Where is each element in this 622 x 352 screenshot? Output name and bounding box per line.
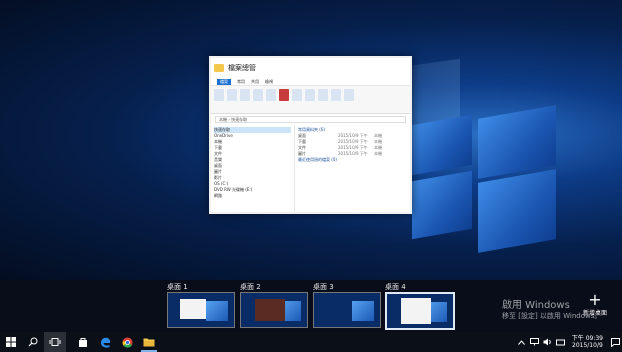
taskbar: 下午 09:39 2015/10/9 <box>0 332 622 352</box>
folder-icon <box>214 64 224 72</box>
input-method-button[interactable] <box>554 332 567 352</box>
open-icon <box>331 89 341 101</box>
desktop-label: 桌面 4 <box>385 283 406 291</box>
desktop-label: 桌面 2 <box>240 283 261 291</box>
store-button[interactable] <box>72 332 94 352</box>
store-bag-icon <box>79 338 87 347</box>
desktop-thumbnail[interactable] <box>385 292 455 330</box>
folder-icon <box>143 338 155 347</box>
file-list: 常用資料夾 (6) 桌面 2015/10/9 下午 本機 下載 2015/10/… <box>295 125 410 211</box>
new-desktop-label: 新增桌面 <box>582 310 607 317</box>
chrome-button[interactable] <box>116 332 138 352</box>
network-button[interactable] <box>528 332 541 352</box>
task-view-button[interactable] <box>44 332 66 352</box>
clock-time: 下午 09:39 <box>571 335 603 342</box>
desktop-label: 桌面 3 <box>313 283 334 291</box>
chevron-up-icon <box>517 339 525 345</box>
action-center-button[interactable] <box>608 332 622 352</box>
desktop-thumbnail[interactable] <box>240 292 308 328</box>
tab-home: 常用 <box>237 78 245 84</box>
group-header: 最近使用過的檔案 (0) <box>298 157 337 162</box>
desktop-label: 桌面 1 <box>167 283 188 291</box>
tab-view: 檢視 <box>265 78 273 84</box>
plus-icon: + <box>588 290 602 309</box>
desktop-1[interactable]: 桌面 1 <box>167 283 235 328</box>
copy-to-icon <box>266 89 276 101</box>
ribbon-tabs: 檔案 常用 共用 檢視 <box>211 78 410 86</box>
rename-icon <box>292 89 302 101</box>
navigation-pane: 快速存取 OneDrive 本機 下載 文件 音樂 桌面 圖片 影片 OS (C… <box>211 125 295 211</box>
notification-icon <box>610 337 620 347</box>
properties-icon <box>318 89 328 101</box>
desktop-thumbnail[interactable] <box>313 292 381 328</box>
volume-button[interactable] <box>541 332 554 352</box>
file-explorer-window-preview[interactable]: 檔案總管 檔案 常用 共用 檢視 本機 › 快速存取 快速存取 OneDrive… <box>209 56 412 214</box>
desktop-2[interactable]: 桌面 2 <box>240 283 308 328</box>
speaker-icon <box>543 338 551 346</box>
edge-icon <box>100 337 110 348</box>
network-icon <box>529 338 539 346</box>
new-desktop-button[interactable]: + 新增桌面 <box>578 290 612 318</box>
nav-item: 網路 <box>214 193 222 198</box>
copy-icon <box>227 89 237 101</box>
window-titlebar: 檔案總管 <box>211 58 410 78</box>
system-tray: 下午 09:39 2015/10/9 <box>515 332 622 352</box>
window-title: 檔案總管 <box>228 64 256 72</box>
search-button[interactable] <box>22 332 44 352</box>
paste-icon <box>240 89 250 101</box>
desktop-3[interactable]: 桌面 3 <box>313 283 381 328</box>
pin-icon <box>214 89 224 101</box>
search-icon <box>28 337 38 347</box>
windows-logo-icon <box>6 337 16 347</box>
ribbon <box>211 86 410 114</box>
edge-button[interactable] <box>94 332 116 352</box>
start-button[interactable] <box>0 332 22 352</box>
desktop-thumbnail[interactable] <box>167 292 235 328</box>
new-folder-icon <box>305 89 315 101</box>
tab-share: 共用 <box>251 78 259 84</box>
clock[interactable]: 下午 09:39 2015/10/9 <box>567 335 608 349</box>
move-icon <box>253 89 263 101</box>
desktop-4[interactable]: 桌面 4 <box>385 283 455 330</box>
task-view-icon <box>49 338 61 346</box>
select-all-icon <box>344 89 354 101</box>
tab-file: 檔案 <box>217 78 231 85</box>
show-hidden-icons-button[interactable] <box>515 332 528 352</box>
keyboard-icon <box>555 339 565 345</box>
address-bar: 本機 › 快速存取 <box>215 116 406 123</box>
file-explorer-button[interactable] <box>138 332 160 352</box>
delete-icon <box>279 89 289 101</box>
clock-date: 2015/10/9 <box>572 342 603 349</box>
chrome-icon <box>122 337 132 348</box>
